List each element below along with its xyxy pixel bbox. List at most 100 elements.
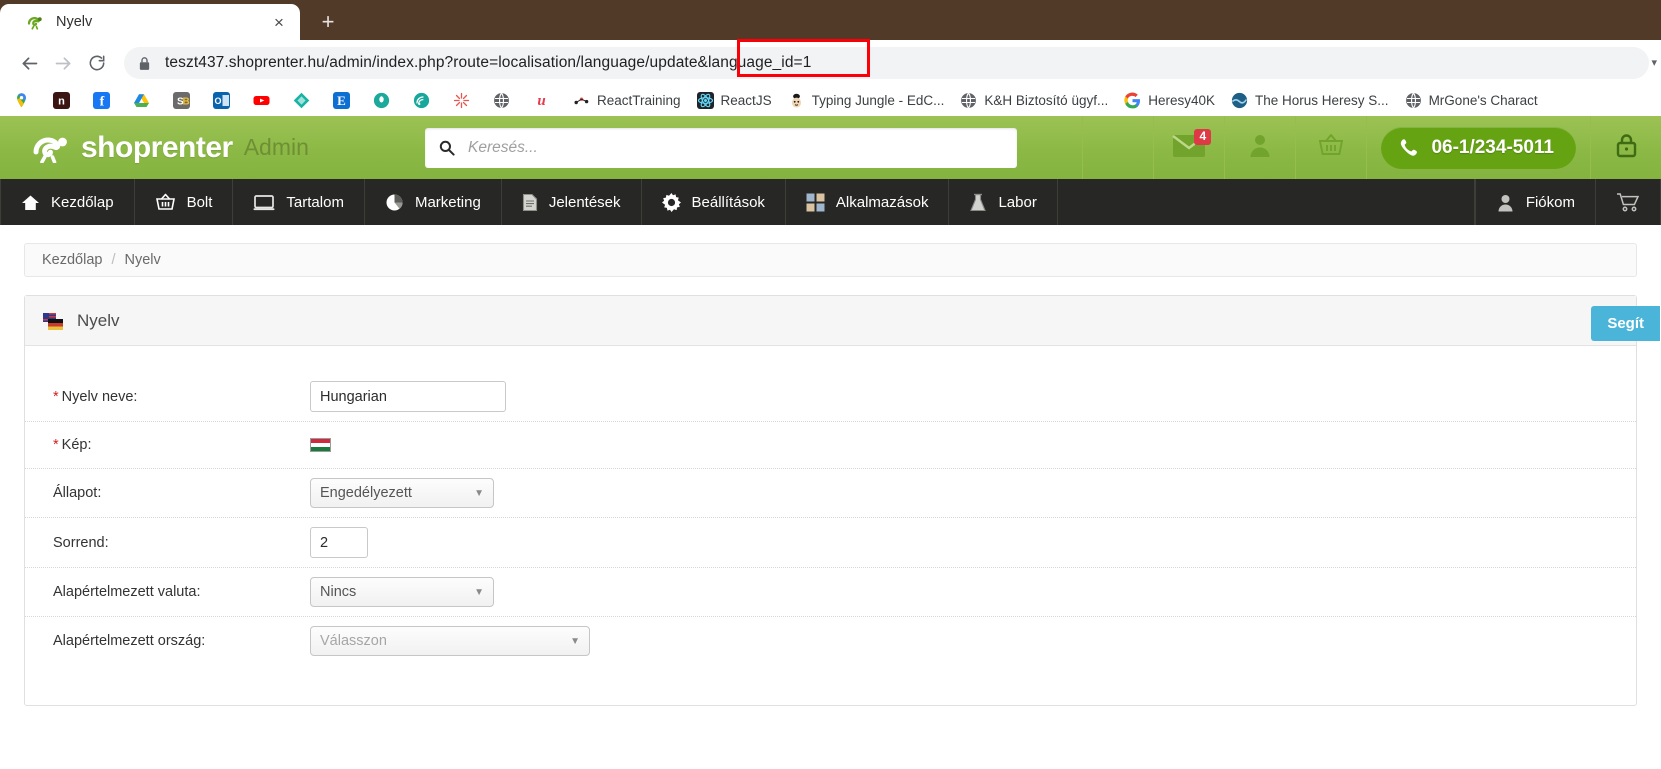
hu-flag-icon[interactable] <box>310 438 331 452</box>
field-control: Válasszon ▼ <box>310 626 1636 656</box>
facebook-icon: f <box>93 92 110 109</box>
label-text: Alapértelmezett ország: <box>53 633 206 649</box>
label-text: Nyelv neve: <box>61 388 138 405</box>
nav-item-labor[interactable]: Labor <box>949 179 1058 225</box>
account-button[interactable] <box>1224 116 1295 179</box>
header-actions: 4 06-1/234-5011 <box>1082 116 1661 179</box>
support-phone[interactable]: 06-1/234-5011 <box>1366 116 1590 179</box>
secure-lock-button[interactable] <box>1590 116 1661 179</box>
padlock-icon <box>1615 132 1638 163</box>
field-control: Hungarian <box>310 381 1636 412</box>
bookmark-item[interactable]: n <box>48 90 82 111</box>
nav-right-group: Fiókom <box>1474 179 1661 225</box>
bookmark-item[interactable] <box>128 90 162 111</box>
home-icon <box>21 194 40 211</box>
messages-badge: 4 <box>1194 129 1212 146</box>
page-content: Kezdőlap / Nyelv Nyelv Segít * Nyelv nev… <box>0 243 1661 706</box>
back-icon[interactable] <box>12 46 46 80</box>
browser-window: Nyelv × + teszt437.shoprenter.hu/admin/i… <box>0 0 1661 116</box>
bookmark-item[interactable] <box>368 90 402 111</box>
flags-icon <box>42 311 66 331</box>
bookmark-item[interactable]: E <box>328 90 362 111</box>
google-maps-icon <box>13 92 30 109</box>
svg-text:u: u <box>537 93 545 109</box>
sort-order-input[interactable]: 2 <box>310 527 368 558</box>
google-g-icon <box>1124 92 1141 109</box>
bookmark-item-react-training[interactable]: ReactTraining <box>568 90 686 111</box>
language-form: * Nyelv neve: Hungarian * Kép: Állapot: … <box>25 346 1636 705</box>
bookmark-item[interactable] <box>288 90 322 111</box>
nav-item-tartalom[interactable]: Tartalom <box>233 179 365 225</box>
nav-item-fiokom[interactable]: Fiókom <box>1474 179 1596 225</box>
bookmark-item-typing-jungle[interactable]: Typing Jungle - EdC... <box>783 90 950 111</box>
cart-button[interactable] <box>1295 116 1366 179</box>
chevron-down-icon[interactable]: ▾ <box>1651 56 1657 69</box>
nav-item-jelentesek[interactable]: Jelentések <box>502 179 642 225</box>
search-input[interactable]: Keresés... <box>425 127 1017 168</box>
bookmark-item[interactable] <box>8 90 42 111</box>
chevron-down-icon: ▼ <box>474 586 484 598</box>
tab-title: Nyelv <box>56 14 93 30</box>
reload-icon[interactable] <box>80 46 114 80</box>
required-marker: * <box>53 388 59 405</box>
form-row-default-country: Alapértelmezett ország: Válasszon ▼ <box>25 617 1636 665</box>
reactjs-icon <box>696 92 714 109</box>
form-row-sort-order: Sorrend: 2 <box>25 518 1636 568</box>
forward-icon[interactable] <box>46 46 80 80</box>
address-bar[interactable]: teszt437.shoprenter.hu/admin/index.php?r… <box>124 47 1657 79</box>
messages-button[interactable]: 4 <box>1153 116 1224 179</box>
close-icon[interactable]: × <box>268 11 290 33</box>
bookmark-item[interactable] <box>408 90 442 111</box>
breadcrumb: Kezdőlap / Nyelv <box>24 243 1637 277</box>
nn-dark-icon: n <box>53 92 70 109</box>
teal-circle-icon <box>373 92 390 109</box>
bookmark-item-horus-heresy[interactable]: The Horus Heresy S... <box>1226 90 1394 111</box>
nav-item-kezdolap[interactable]: Kezdőlap <box>0 179 135 225</box>
diamond-teal-icon <box>293 92 310 109</box>
default-currency-select[interactable]: Nincs ▼ <box>310 577 494 607</box>
bookmark-item-reactjs[interactable]: ReactJS <box>692 90 777 111</box>
label-text: Sorrend: <box>53 534 109 551</box>
nav-item-alkalmazasok[interactable]: Alkalmazások <box>786 179 950 225</box>
label-text: Állapot: <box>53 485 102 501</box>
nav-item-cart[interactable] <box>1596 179 1661 225</box>
bookmark-item[interactable] <box>488 90 522 111</box>
browser-tab[interactable]: Nyelv × <box>0 4 300 40</box>
nav-item-marketing[interactable]: Marketing <box>365 179 502 225</box>
user-icon <box>1247 132 1273 163</box>
form-row-default-currency: Alapértelmezett valuta: Nincs ▼ <box>25 568 1636 617</box>
bookmark-item[interactable]: f <box>88 90 122 111</box>
flask-icon <box>969 193 987 212</box>
globe-gray-icon <box>1405 92 1422 109</box>
bookmark-item-kh-biztosito[interactable]: K&H Biztosító ügyf... <box>955 90 1113 111</box>
nav-label: Kezdőlap <box>51 193 114 211</box>
brand-suffix: Admin <box>243 134 309 160</box>
bookmark-item-heresy40k[interactable]: Heresy40K <box>1119 90 1220 111</box>
status-select[interactable]: Engedélyezett ▼ <box>310 478 494 508</box>
brand-logo[interactable]: shoprenter Admin <box>0 131 425 165</box>
nav-item-beallitasok[interactable]: Beállítások <box>642 179 786 225</box>
bookmark-item-mrgone[interactable]: MrGone's Charact <box>1400 90 1543 111</box>
chevron-down-icon: ▼ <box>474 487 484 499</box>
horus-heresy-icon <box>1231 92 1248 109</box>
breadcrumb-home[interactable]: Kezdőlap <box>42 252 102 268</box>
language-name-input[interactable]: Hungarian <box>310 381 506 412</box>
phone-button[interactable]: 06-1/234-5011 <box>1381 126 1576 169</box>
globe-gray-icon <box>493 92 510 109</box>
bookmark-item[interactable]: SB <box>168 90 202 111</box>
new-tab-button[interactable]: + <box>310 4 346 40</box>
bookmark-item[interactable]: O <box>208 90 242 111</box>
nav-label: Beállítások <box>691 193 765 211</box>
etsy-e-icon: E <box>333 92 350 109</box>
help-button[interactable]: Segít <box>1591 306 1660 341</box>
default-country-select[interactable]: Válasszon ▼ <box>310 626 590 656</box>
bookmark-item[interactable] <box>248 90 282 111</box>
svg-text:O: O <box>214 96 221 106</box>
app-header: shoprenter Admin Keresés... 4 06-1/234-5… <box>0 116 1661 179</box>
url-text: teszt437.shoprenter.hu/admin/index.php?r… <box>165 54 812 71</box>
breadcrumb-current: Nyelv <box>124 252 161 268</box>
bookmark-item[interactable]: u <box>528 90 562 111</box>
bookmark-item[interactable] <box>448 90 482 111</box>
nav-item-bolt[interactable]: Bolt <box>135 179 234 225</box>
sparkle-red-icon <box>453 92 470 109</box>
